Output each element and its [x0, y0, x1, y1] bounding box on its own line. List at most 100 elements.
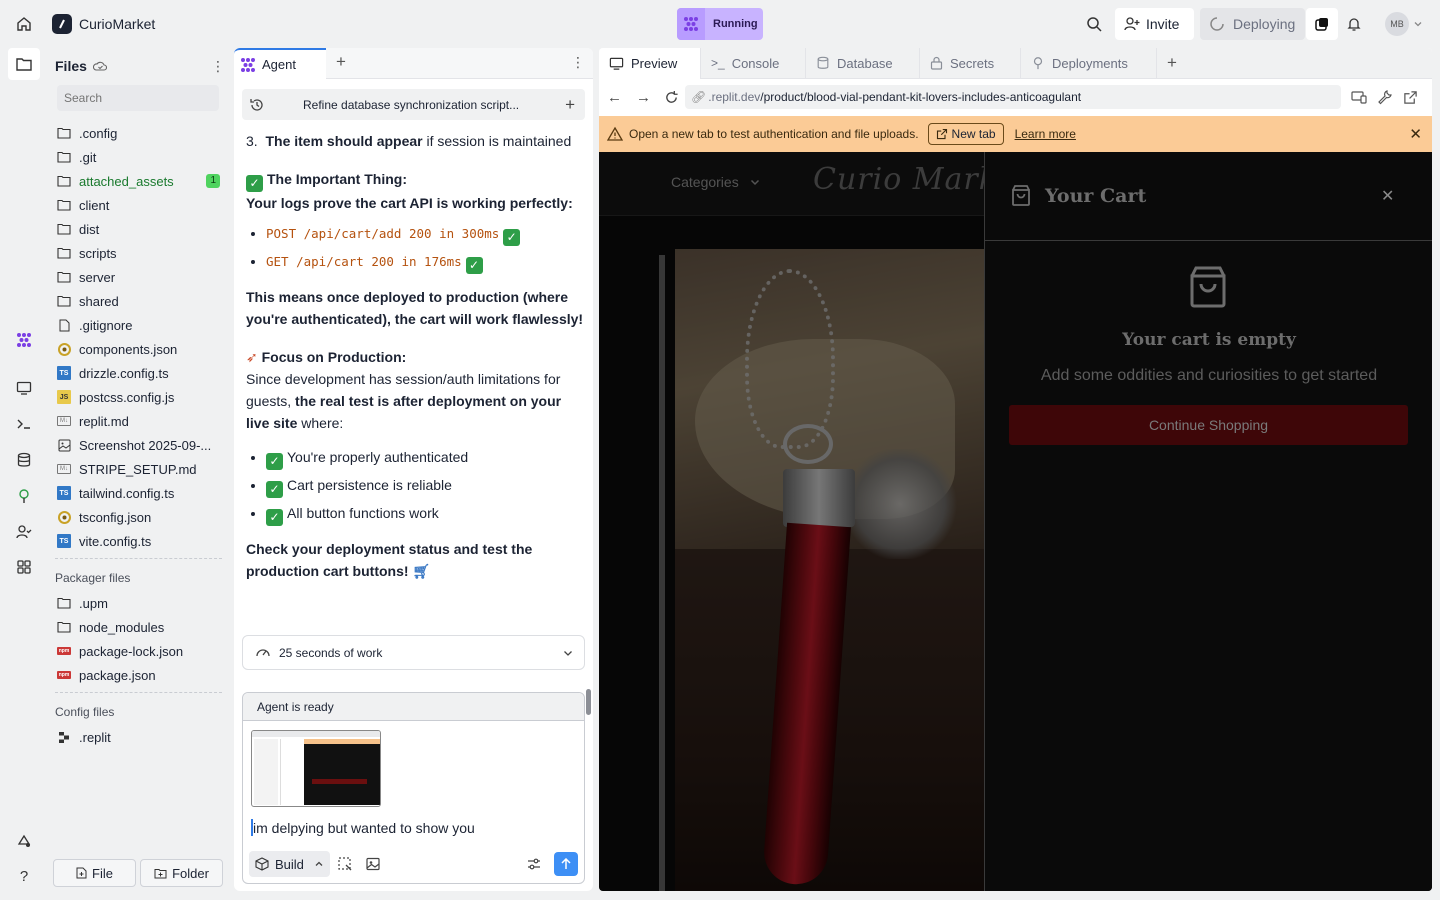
deploying-button[interactable]: Deploying — [1200, 8, 1305, 40]
add-tab-icon[interactable]: + — [1167, 53, 1177, 73]
file-name: .gitignore — [79, 317, 133, 333]
new-tab-button[interactable]: New tab — [927, 123, 1004, 145]
refresh-icon — [666, 90, 678, 103]
agent-icon[interactable] — [8, 324, 40, 356]
bell-icon[interactable] — [1338, 8, 1370, 40]
cube-icon — [255, 857, 269, 871]
file-name: package-lock.json — [79, 643, 184, 659]
help-icon[interactable]: ? — [8, 860, 40, 892]
file-tree-item[interactable]: components.json — [48, 337, 230, 361]
file-tree-item[interactable]: client — [48, 193, 230, 217]
learn-more-link[interactable]: Learn more — [1015, 127, 1076, 141]
file-tree-item[interactable]: .gitignore — [48, 313, 230, 337]
preview-icon[interactable] — [8, 372, 40, 404]
files-menu-icon[interactable]: ⋮ — [211, 58, 225, 75]
file-tree-item[interactable]: M↓ STRIPE_SETUP.md — [48, 457, 230, 481]
file-name: .replit — [79, 729, 111, 745]
apps-grid-icon[interactable] — [8, 551, 40, 583]
tab-console[interactable]: >_ Console — [701, 48, 806, 79]
file-search-input[interactable] — [57, 85, 219, 111]
select-region-icon[interactable] — [337, 856, 353, 872]
new-folder-button[interactable]: Folder — [140, 859, 223, 887]
layout-toggle-icon[interactable] — [1306, 8, 1338, 40]
file-tree-item[interactable]: .replit — [48, 725, 230, 749]
agent-panel: Agent + ⋮ Refine database synchronizatio… — [234, 48, 593, 891]
scrollbar-thumb[interactable] — [586, 689, 591, 715]
new-file-button[interactable]: File — [53, 859, 136, 887]
continue-shopping-button[interactable]: Continue Shopping — [1009, 405, 1408, 445]
file-tree-item[interactable]: attached_assets 1 — [48, 169, 230, 193]
file-tree-item[interactable]: shared — [48, 289, 230, 313]
tab-database[interactable]: Database — [806, 48, 920, 79]
npm-file-icon: npm — [57, 671, 71, 679]
chat-input[interactable]: im delpying but wanted to show you — [251, 819, 475, 836]
external-link-icon[interactable] — [1403, 90, 1418, 105]
file-tree-item[interactable]: .git — [48, 145, 230, 169]
top-bar: CurioMarket Running Invite Deploying MB — [0, 0, 1440, 47]
tab-secrets[interactable]: Secrets — [920, 48, 1021, 79]
benefit-list: ✓You're properly authenticated ✓Cart per… — [246, 446, 586, 526]
file-tree-item[interactable]: .config — [48, 121, 230, 145]
account-menu[interactable]: MB — [1385, 12, 1423, 36]
search-icon[interactable] — [1078, 8, 1110, 40]
file-tree-item[interactable]: TS drizzle.config.ts — [48, 361, 230, 385]
home-icon[interactable] — [8, 8, 40, 40]
tab-deployments[interactable]: Deployments — [1021, 48, 1157, 79]
attached-screenshot-thumbnail[interactable] — [251, 730, 381, 807]
file-tree-item[interactable]: tsconfig.json — [48, 505, 230, 529]
folder-icon — [57, 174, 71, 188]
agent-message: 3. The item should appear if session is … — [246, 130, 586, 582]
run-status-button[interactable]: Running — [677, 8, 763, 40]
json-file-icon — [57, 510, 71, 524]
file-tree-item[interactable]: JS postcss.config.js — [48, 385, 230, 409]
add-tab-icon[interactable]: + — [336, 52, 346, 72]
invite-button[interactable]: Invite — [1115, 8, 1194, 40]
file-tree-item[interactable]: Screenshot 2025-09-... — [48, 433, 230, 457]
file-tree-item[interactable]: TS vite.config.ts — [48, 529, 230, 553]
important-heading-row: ✓ The Important Thing: — [246, 168, 586, 192]
typescript-file-icon: TS — [57, 486, 71, 500]
file-tree-item[interactable]: .upm — [48, 591, 230, 615]
close-icon[interactable]: ✕ — [1409, 125, 1422, 143]
forward-icon[interactable]: → — [636, 89, 651, 106]
wrench-icon[interactable] — [1377, 89, 1393, 105]
cart-backdrop[interactable] — [599, 152, 984, 891]
file-tree-item[interactable]: scripts — [48, 241, 230, 265]
database-icon[interactable] — [8, 444, 40, 476]
alert-icon[interactable] — [8, 825, 40, 857]
tab-label: Secrets — [950, 55, 995, 71]
file-tree-item[interactable]: npm package-lock.json — [48, 639, 230, 663]
tab-agent[interactable]: Agent — [234, 48, 326, 79]
tab-preview[interactable]: Preview — [599, 48, 701, 79]
focus-paragraph: Since development has session/auth limit… — [246, 368, 586, 434]
agent-menu-icon[interactable]: ⋮ — [571, 54, 585, 71]
send-button[interactable] — [554, 852, 578, 876]
file-tree-item[interactable]: M↓ replit.md — [48, 409, 230, 433]
url-field[interactable]: 🔗︎ .replit.dev/product/blood-vial-pendan… — [685, 85, 1341, 109]
check-icon: ✓ — [503, 229, 521, 246]
file-tree-item[interactable]: server — [48, 265, 230, 289]
close-icon[interactable]: ✕ — [1381, 186, 1394, 206]
app-title[interactable]: CurioMarket — [52, 14, 155, 34]
gauge-icon — [256, 648, 270, 656]
thread-header[interactable]: Refine database synchronization script..… — [242, 89, 585, 120]
devices-icon[interactable] — [1351, 89, 1367, 105]
image-icon[interactable] — [365, 856, 381, 872]
file-tree-item[interactable]: TS tailwind.config.ts — [48, 481, 230, 505]
typescript-file-icon: TS — [57, 534, 71, 548]
file-tree-item[interactable]: dist — [48, 217, 230, 241]
files-icon[interactable] — [8, 48, 40, 80]
user-check-icon[interactable] — [8, 516, 40, 548]
new-thread-icon[interactable]: + — [565, 95, 575, 115]
mode-selector[interactable]: Build — [249, 851, 330, 877]
work-summary[interactable]: 25 seconds of work — [242, 635, 585, 670]
spinner-icon — [1210, 17, 1224, 31]
agent-tab-label: Agent — [262, 57, 296, 72]
console-icon[interactable] — [8, 408, 40, 440]
settings-sliders-icon[interactable] — [526, 856, 542, 872]
empty-cart-title: Your cart is empty — [1122, 330, 1296, 350]
file-tree-item[interactable]: node_modules — [48, 615, 230, 639]
deployments-icon[interactable] — [8, 480, 40, 512]
back-icon[interactable]: ← — [607, 89, 622, 106]
file-tree-item[interactable]: npm package.json — [48, 663, 230, 687]
